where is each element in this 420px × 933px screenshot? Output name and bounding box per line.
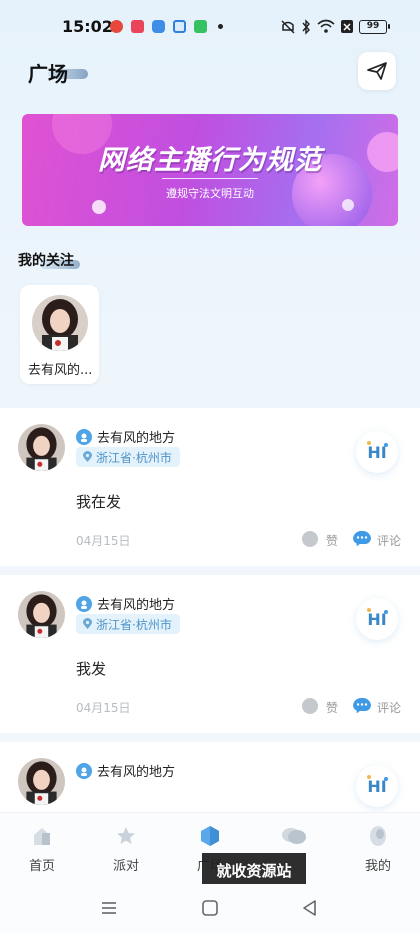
post-card[interactable]: 去有风的地方 HI — [0, 742, 420, 812]
nav-item-party[interactable]: 派对 — [96, 823, 156, 875]
banner-decoration — [92, 200, 106, 214]
system-nav-bar — [0, 884, 420, 933]
post-content: 我发 — [76, 660, 107, 678]
post-author: 去有风的地方 — [76, 594, 175, 613]
nav-item-profile[interactable]: 我的 — [348, 823, 408, 875]
banner-title: 网络主播行为规范 — [98, 145, 322, 176]
wifi-icon — [317, 19, 335, 33]
profile-icon — [370, 826, 386, 846]
search-app-icon — [173, 20, 186, 33]
nav-label: 首页 — [28, 859, 55, 874]
post-card[interactable]: 去有风的地方 浙江省·杭州市 HI 我在发 04月15日 赞 评论 — [0, 408, 420, 566]
bluetooth-icon — [302, 19, 310, 35]
location-pin-icon — [83, 451, 92, 462]
avatar[interactable] — [18, 758, 65, 805]
nav-label: 我的 — [364, 859, 391, 874]
user-icon — [76, 762, 92, 779]
like-icon[interactable] — [302, 698, 318, 714]
nav-item-home[interactable]: 首页 — [12, 823, 72, 875]
page-title: 广场 — [28, 62, 68, 86]
status-bar: 15:02 99 — [0, 0, 420, 54]
hi-dot — [384, 777, 388, 781]
location-tag: 浙江省·杭州市 — [76, 614, 180, 634]
home-button-icon[interactable] — [200, 898, 220, 918]
post-username[interactable]: 去有风的地方 — [97, 427, 175, 446]
banner-divider — [162, 178, 258, 179]
mute-icon — [281, 20, 295, 34]
status-time: 15:02 — [62, 17, 113, 36]
like-button[interactable]: 赞 — [326, 699, 338, 716]
banner-subtitle: 遵规守法文明互动 — [166, 187, 254, 200]
post-date: 04月15日 — [76, 534, 131, 548]
star-icon — [117, 827, 135, 844]
hi-dot — [367, 441, 371, 445]
post-author: 去有风的地方 — [76, 761, 175, 780]
hi-dot — [367, 608, 371, 612]
following-name: 去有风的... — [28, 363, 93, 378]
say-hi-button[interactable]: HI — [356, 431, 398, 473]
paper-plane-icon — [367, 62, 387, 80]
post-username[interactable]: 去有风的地方 — [97, 761, 175, 780]
avatar[interactable] — [18, 591, 65, 638]
following-card[interactable]: 去有风的... — [20, 285, 99, 384]
nav-label: 派对 — [112, 859, 139, 874]
banner[interactable]: 网络主播行为规范 遵规守法文明互动 — [22, 114, 398, 226]
hi-dot — [367, 775, 371, 779]
hi-dot — [384, 443, 388, 447]
user-icon — [76, 595, 92, 612]
post-author: 去有风的地方 — [76, 427, 175, 446]
location-pin-icon — [83, 618, 92, 629]
following-title: 我的关注 — [18, 253, 74, 269]
home-icon — [34, 828, 50, 845]
comment-button[interactable]: 评论 — [377, 699, 401, 716]
back-icon[interactable] — [300, 898, 320, 918]
like-icon[interactable] — [302, 531, 318, 547]
location-text: 浙江省·杭州市 — [96, 450, 172, 465]
message-icon — [282, 828, 306, 844]
like-button[interactable]: 赞 — [326, 532, 338, 549]
post-content: 我在发 — [76, 493, 122, 511]
comment-button[interactable]: 评论 — [377, 532, 401, 549]
hi-dot — [384, 610, 388, 614]
post-username[interactable]: 去有风的地方 — [97, 594, 175, 613]
location-tag: 浙江省·杭州市 — [76, 447, 180, 467]
send-button[interactable] — [358, 52, 396, 90]
say-hi-button[interactable]: HI — [356, 765, 398, 807]
app-icon-blue — [152, 20, 165, 33]
video-app-icon — [131, 20, 144, 33]
notification-dot — [218, 24, 223, 29]
post-card[interactable]: 去有风的地方 浙江省·杭州市 HI 我发 04月15日 赞 评论 — [0, 575, 420, 733]
avatar[interactable] — [18, 424, 65, 471]
comment-icon[interactable] — [353, 531, 371, 547]
post-date: 04月15日 — [76, 701, 131, 715]
avatar — [32, 295, 88, 351]
no-sim-icon — [341, 20, 353, 33]
location-text: 浙江省·杭州市 — [96, 617, 172, 632]
user-icon — [76, 428, 92, 445]
comment-icon[interactable] — [353, 698, 371, 714]
menu-icon[interactable] — [99, 898, 119, 918]
app-icon-red — [110, 20, 123, 33]
hexagon-icon — [201, 826, 219, 846]
say-hi-button[interactable]: HI — [356, 598, 398, 640]
app-icon-green — [194, 20, 207, 33]
battery-indicator: 99 — [359, 20, 390, 34]
